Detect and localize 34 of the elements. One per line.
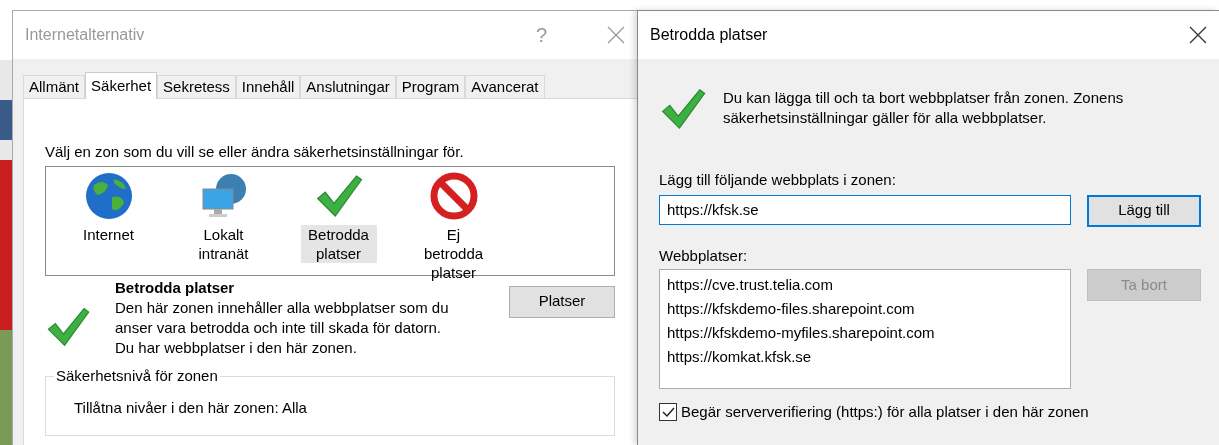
tab[interactable]: Allmänt bbox=[23, 75, 86, 98]
zone-description: Den här zonen innehåller alla webbplatser som du anser vara betrodda och inte till skada för datorn. bbox=[115, 297, 450, 338]
zone-label[interactable]: Lokalt intranät bbox=[185, 224, 262, 263]
tab[interactable]: Program bbox=[395, 75, 466, 98]
add-label: Lägg till följande webbplats i zonen: bbox=[659, 170, 897, 190]
info-text: Du kan lägga till och ta bort webbplatser från zonen. Zonens säkerhetsinställningar gäller för alla webbplatser. bbox=[723, 88, 1125, 128]
zone-title: Betrodda platser bbox=[115, 277, 236, 298]
sites-button[interactable]: Platser bbox=[509, 285, 615, 318]
zone-label[interactable]: Internet bbox=[70, 224, 147, 244]
zone-prompt: Välj en zon som du vill se eller ändra säkerhetsinställningar för. bbox=[45, 142, 465, 162]
checkbox-label: Begär serververifiering (https:) för alla platser i den här zonen bbox=[681, 402, 1089, 422]
window-title: Internetalternativ bbox=[25, 25, 145, 45]
tab[interactable]: Säkerhet bbox=[85, 72, 158, 99]
prohibited-icon bbox=[428, 170, 479, 221]
site-item[interactable]: https://komkat.kfsk.se bbox=[667, 345, 1063, 369]
checkmark-icon bbox=[661, 406, 675, 418]
site-item[interactable]: https://kfskdemo-myfiles.sharepoint.com bbox=[667, 321, 1063, 345]
add-button[interactable]: Lägg till bbox=[1087, 194, 1201, 227]
url-input[interactable]: https://kfsk.se bbox=[659, 194, 1071, 225]
site-item[interactable]: https://kfskdemo-files.sharepoint.com bbox=[667, 297, 1063, 321]
site-item[interactable]: https://cve.trust.telia.com bbox=[667, 273, 1063, 297]
zone-status: Du har webbplatser i den här zonen. bbox=[115, 337, 358, 358]
tab[interactable]: Innehåll bbox=[235, 75, 301, 98]
close-icon[interactable] bbox=[1189, 26, 1207, 44]
tab[interactable]: Sekretess bbox=[157, 75, 236, 98]
checkbox[interactable] bbox=[659, 403, 677, 422]
zone-label[interactable]: Betrodda platser bbox=[300, 224, 377, 263]
zone-label[interactable]: Ej betrodda platser bbox=[415, 224, 492, 282]
tab[interactable]: Anslutningar bbox=[300, 75, 396, 98]
globe-icon bbox=[83, 170, 134, 221]
tab[interactable]: Avancerat bbox=[465, 75, 545, 98]
window-title: Betrodda platser bbox=[650, 25, 768, 45]
list-label: Webbplatser: bbox=[659, 245, 749, 266]
allowed-levels-text: Tillåtna nivåer i den här zonen: Alla bbox=[74, 397, 308, 418]
